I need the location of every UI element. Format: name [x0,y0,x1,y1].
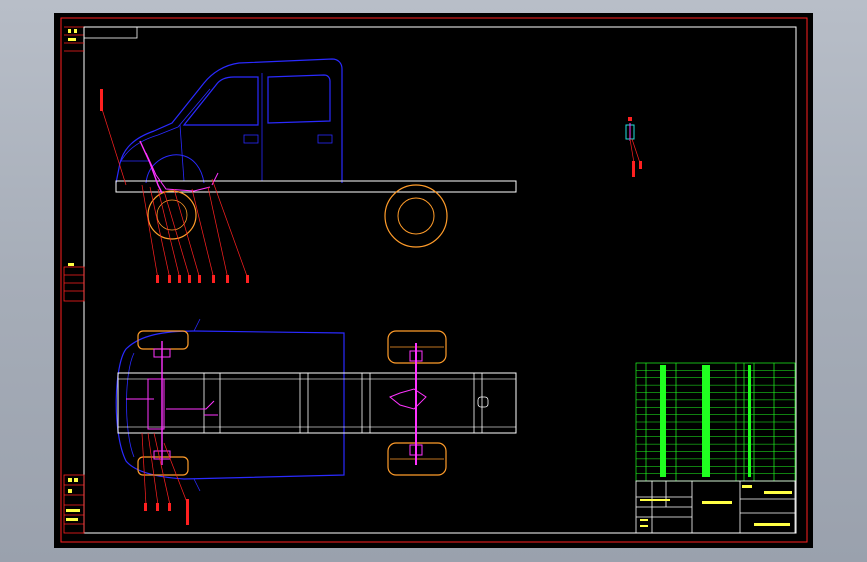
parts-table-text [660,365,751,477]
detail-view [625,117,642,177]
frame-rail-top [117,372,517,434]
left-margin-strip [63,26,85,534]
steering-column [139,140,163,194]
top-view [115,318,517,525]
rear-wheel [384,184,448,248]
title-block-marks [640,485,792,527]
front-wheel [147,190,197,240]
top-left-stamp-box [83,26,138,39]
drawing-svg [60,17,808,543]
side-view [100,58,517,283]
rear-window [267,74,331,124]
sheet-border-outer [60,17,808,543]
parts-table-rows [636,370,795,474]
cad-drawing-canvas[interactable] [54,13,813,548]
frame-rail-side [115,180,517,193]
front-window [182,76,259,126]
